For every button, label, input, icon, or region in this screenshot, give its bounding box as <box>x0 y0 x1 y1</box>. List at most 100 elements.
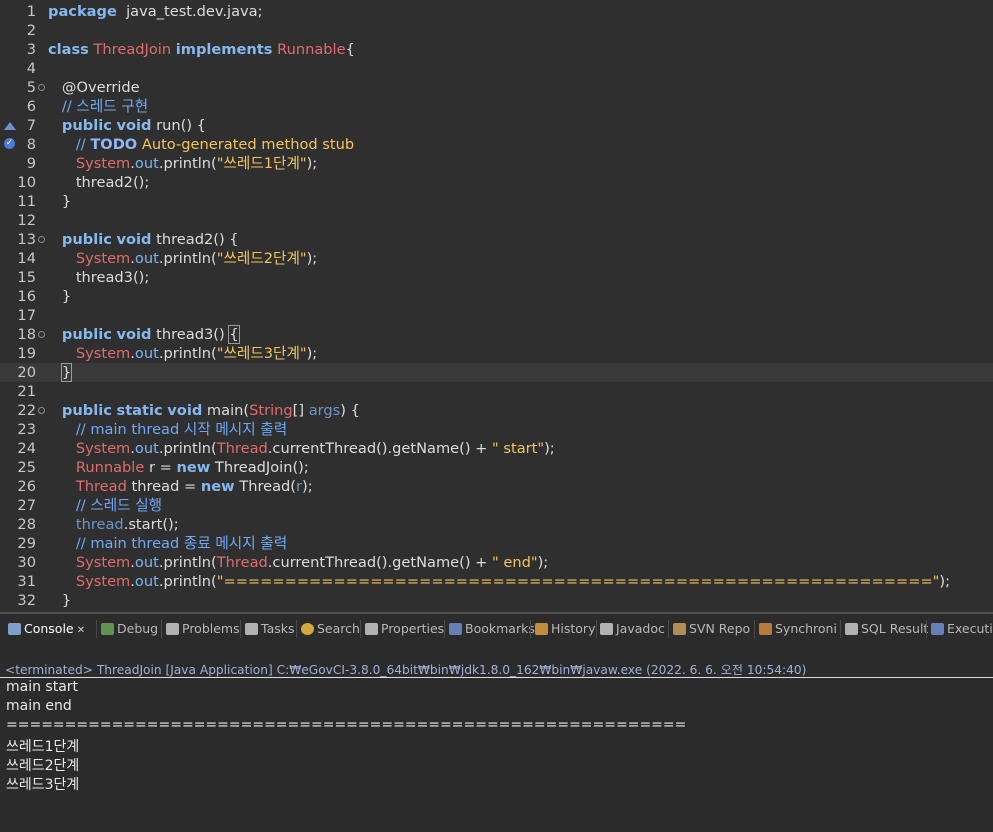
fold-toggle-icon[interactable] <box>38 236 45 243</box>
tab-console[interactable]: Console ✕ <box>8 617 85 641</box>
tab-label: Problems <box>182 621 240 636</box>
bug-icon <box>101 623 114 635</box>
code-line[interactable]: 27 // 스레드 실행 <box>0 496 993 515</box>
tab-separator <box>754 620 755 638</box>
code-line[interactable]: 3 class ThreadJoin implements Runnable{ <box>0 40 993 59</box>
line-number: 27 <box>17 497 36 514</box>
line-number: 6 <box>26 98 36 115</box>
line-number: 17 <box>17 307 36 324</box>
code-line[interactable]: 11 } <box>0 192 993 211</box>
code-line[interactable]: 18 public void thread3() { <box>0 325 993 344</box>
fold-toggle-icon[interactable] <box>38 331 45 338</box>
execution-icon <box>931 623 944 635</box>
tab-label: SVN Repo <box>689 621 751 636</box>
properties-icon <box>365 623 378 635</box>
console-output-line: main start <box>6 679 79 695</box>
tab-sql-result[interactable]: SQL Result <box>845 617 928 641</box>
line-number: 20 <box>17 364 36 381</box>
console-output-line: ========================================… <box>6 717 687 733</box>
tab-svn-repo[interactable]: SVN Repo <box>673 617 750 641</box>
code-line[interactable]: 20 } <box>0 363 993 382</box>
code-text: public void thread3() { <box>61 325 240 344</box>
tab-properties[interactable]: Properties <box>365 617 444 641</box>
code-line[interactable]: 1 package java_test.dev.java; <box>0 2 993 21</box>
tab-problems[interactable]: Problems <box>166 617 240 641</box>
line-number: 15 <box>17 269 36 286</box>
code-text: // 스레드 구현 <box>61 98 149 115</box>
view-tab-bar: Console ✕ Debug Problems Tasks Search Propert… <box>0 612 993 642</box>
code-line[interactable]: 14 System.out.println("쓰레드2단계"); <box>0 249 993 268</box>
tab-label: Synchroni <box>775 621 837 636</box>
problems-icon <box>166 623 179 635</box>
code-text: } <box>48 288 72 305</box>
code-line[interactable]: 23 // main thread 시작 메시지 출력 <box>0 420 993 439</box>
code-text: // TODO Auto-generated method stub <box>75 136 355 153</box>
line-number: 13 <box>17 231 36 248</box>
line-number: 11 <box>17 193 36 210</box>
code-line[interactable]: 19 System.out.println("쓰레드3단계"); <box>0 344 993 363</box>
code-text: @Override <box>61 79 140 96</box>
code-text: thread2(); <box>48 174 150 191</box>
code-line[interactable]: 6 // 스레드 구현 <box>0 97 993 116</box>
code-line[interactable]: 24 System.out.println(Thread.currentThre… <box>0 439 993 458</box>
tab-executi[interactable]: Executi <box>931 617 993 641</box>
tab-label: Executi <box>947 621 993 636</box>
bookmark-icon <box>449 623 462 635</box>
tab-history[interactable]: History <box>535 617 595 641</box>
code-line[interactable]: 28 thread.start(); <box>0 515 993 534</box>
sql-result-icon <box>845 623 858 635</box>
code-line[interactable]: 22 public static void main(String[] args… <box>0 401 993 420</box>
tab-javadoc[interactable]: Javadoc <box>600 617 665 641</box>
console-icon <box>8 623 21 635</box>
code-text: } <box>48 592 72 609</box>
code-line[interactable]: 7 public void run() { <box>0 116 993 135</box>
tab-separator <box>360 620 361 638</box>
code-text: System.out.println("쓰레드3단계"); <box>75 345 318 362</box>
code-line[interactable]: 16 } <box>0 287 993 306</box>
code-line[interactable]: ✓ 8 // TODO Auto-generated method stub <box>0 135 993 154</box>
fold-toggle-icon[interactable] <box>38 84 45 91</box>
code-line[interactable]: 9 System.out.println("쓰레드1단계"); <box>0 154 993 173</box>
console-output-line: 쓰레드1단계 <box>6 739 80 755</box>
code-text: System.out.println("====================… <box>75 573 951 590</box>
line-number: 16 <box>17 288 36 305</box>
code-line[interactable]: 17 <box>0 306 993 325</box>
code-text: System.out.println("쓰레드1단계"); <box>75 155 318 172</box>
line-number: 22 <box>17 402 36 419</box>
tab-tasks[interactable]: Tasks <box>245 617 295 641</box>
code-line[interactable]: 25 Runnable r = new ThreadJoin(); <box>0 458 993 477</box>
code-line[interactable]: 31 System.out.println("=================… <box>0 572 993 591</box>
tab-label: Bookmarks <box>465 621 535 636</box>
code-line[interactable]: 10 thread2(); <box>0 173 993 192</box>
line-number: 31 <box>17 573 36 590</box>
tab-search[interactable]: Search <box>301 617 360 641</box>
console-divider <box>0 677 993 678</box>
code-text: Thread thread = new Thread(r); <box>75 478 313 495</box>
line-number: 32 <box>17 592 36 609</box>
fold-toggle-icon[interactable] <box>38 407 45 414</box>
tab-debug[interactable]: Debug <box>101 617 158 641</box>
code-line[interactable]: 29 // main thread 종료 메시지 출력 <box>0 534 993 553</box>
code-line[interactable]: 2 <box>0 21 993 40</box>
code-line[interactable]: 13 public void thread2() { <box>0 230 993 249</box>
line-number: 30 <box>17 554 36 571</box>
code-editor[interactable]: 1 package java_test.dev.java; 2 3 class Thre… <box>0 0 993 612</box>
code-line[interactable]: 26 Thread thread = new Thread(r); <box>0 477 993 496</box>
tab-bookmarks[interactable]: Bookmarks <box>449 617 535 641</box>
line-number: 4 <box>26 60 36 77</box>
code-line[interactable]: 5 @Override <box>0 78 993 97</box>
tab-separator <box>96 620 97 638</box>
code-line[interactable]: 4 <box>0 59 993 78</box>
code-line[interactable]: 15 thread3(); <box>0 268 993 287</box>
code-line[interactable]: 12 <box>0 211 993 230</box>
code-text: // 스레드 실행 <box>75 497 163 514</box>
code-line[interactable]: 30 System.out.println(Thread.currentThre… <box>0 553 993 572</box>
line-number: 12 <box>17 212 36 229</box>
code-line[interactable]: 32 } <box>0 591 993 610</box>
close-tab-icon[interactable]: ✕ <box>74 625 85 636</box>
code-line[interactable]: 21 <box>0 382 993 401</box>
tab-synchroni[interactable]: Synchroni <box>759 617 837 641</box>
code-text: System.out.println("쓰레드2단계"); <box>75 250 318 267</box>
line-number: 25 <box>17 459 36 476</box>
console-view[interactable]: <terminated> ThreadJoin [Java Applicatio… <box>0 642 993 832</box>
